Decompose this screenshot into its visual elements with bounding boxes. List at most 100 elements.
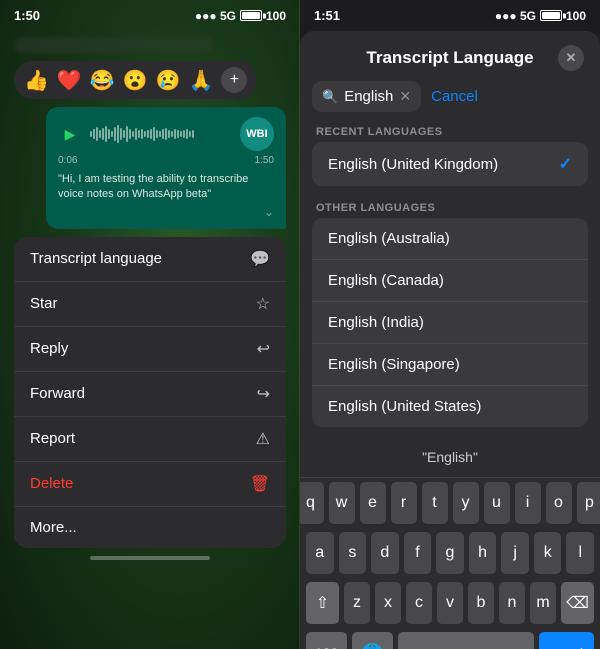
key-v[interactable]: v [437,582,463,624]
menu-item-star[interactable]: Star ☆ [14,282,286,327]
left-battery-pct: 100 [266,9,286,23]
key-e[interactable]: e [360,482,386,524]
key-l[interactable]: l [566,532,594,574]
shift-key[interactable]: ⇧ [306,582,339,624]
language-item-in[interactable]: English (India) [312,302,588,344]
key-z[interactable]: z [344,582,370,624]
emoji-key[interactable]: 🌐 [352,632,393,649]
star-icon: ☆ [256,294,270,314]
checkmark-icon: ✓ [559,154,572,174]
language-name-us: English (United States) [328,398,481,415]
language-name-ca: English (Canada) [328,272,444,289]
key-j[interactable]: j [501,532,529,574]
search-row: 🔍 English ✕ Cancel [300,81,600,120]
key-y[interactable]: y [453,482,479,524]
play-button[interactable]: ▶ [58,122,82,146]
key-b[interactable]: b [468,582,494,624]
language-name-uk: English (United Kingdom) [328,156,498,173]
search-icon: 🔍 [322,89,338,105]
key-c[interactable]: c [406,582,432,624]
menu-item-forward[interactable]: Forward ↪ [14,372,286,417]
transcript-icon: 💬 [250,249,270,269]
delete-icon: 🗑 [250,474,270,494]
key-q[interactable]: q [300,482,324,524]
reaction-more-button[interactable]: + [221,67,247,93]
key-p[interactable]: p [577,482,600,524]
keyboard-row-4: 123 🌐 space search [300,628,600,649]
key-m[interactable]: m [530,582,556,624]
other-languages-header: OTHER LANGUAGES [300,196,600,218]
space-key[interactable]: space [398,632,535,649]
reaction-wow[interactable]: 😮 [123,68,148,93]
keyboard-row-1: q w e r t y u i o p [300,478,600,528]
keyboard: "English" q w e r t y u i o p a s d f [300,437,600,649]
key-o[interactable]: o [546,482,572,524]
menu-item-transcript-language[interactable]: Transcript language 💬 [14,237,286,282]
menu-item-report[interactable]: Report ⚠ [14,417,286,462]
key-k[interactable]: k [534,532,562,574]
key-n[interactable]: n [499,582,525,624]
language-item-sg[interactable]: English (Singapore) [312,344,588,386]
reaction-laugh[interactable]: 😂 [90,68,115,93]
reaction-heart[interactable]: ❤️ [57,68,82,93]
language-name-au: English (Australia) [328,230,450,247]
key-h[interactable]: h [469,532,497,574]
menu-label-more: More... [30,519,77,536]
right-status-bar: 1:51 ●●● 5G 100 [300,0,600,27]
report-icon: ⚠ [256,429,270,449]
suggestion-bar: "English" [300,437,600,478]
forward-icon: ↪ [257,384,270,404]
menu-label-delete: Delete [30,475,73,492]
backspace-key[interactable]: ⌫ [561,582,594,624]
keyboard-row-3: ⇧ z x c v b n m ⌫ [300,578,600,628]
key-w[interactable]: w [329,482,355,524]
key-a[interactable]: a [306,532,334,574]
search-key[interactable]: search [539,632,594,649]
menu-item-delete[interactable]: Delete 🗑 [14,462,286,507]
reaction-thumbs-up[interactable]: 👍 [24,68,49,93]
language-item-au[interactable]: English (Australia) [312,218,588,260]
search-field[interactable]: 🔍 English ✕ [312,81,421,112]
left-status-bar: 1:50 ●●● 5G 100 [0,0,300,27]
right-time: 1:51 [314,8,340,23]
left-signal: ●●● 5G [195,9,236,23]
key-r[interactable]: r [391,482,417,524]
voice-bubble: ▶ [46,107,286,229]
reaction-cry[interactable]: 😢 [156,68,181,93]
search-clear-button[interactable]: ✕ [399,88,411,105]
menu-label-reply: Reply [30,340,68,357]
other-languages-section: English (Australia) English (Canada) Eng… [300,218,600,437]
waveform [90,124,232,144]
context-menu: Transcript language 💬 Star ☆ Reply ↩ For… [14,237,286,548]
num-key[interactable]: 123 [306,632,347,649]
menu-label-star: Star [30,295,58,312]
language-name-in: English (India) [328,314,424,331]
menu-label-forward: Forward [30,385,85,402]
reaction-pray[interactable]: 🙏 [189,68,214,93]
chevron-down-icon[interactable]: ⌄ [58,205,274,219]
language-item-us[interactable]: English (United States) [312,386,588,427]
keyboard-row-2: a s d f g h j k l [300,528,600,578]
recent-languages-header: RECENT LANGUAGES [300,120,600,142]
reaction-bar[interactable]: 👍 ❤️ 😂 😮 😢 🙏 + [14,61,257,99]
language-item-ca[interactable]: English (Canada) [312,260,588,302]
key-t[interactable]: t [422,482,448,524]
key-g[interactable]: g [436,532,464,574]
suggestion-text[interactable]: "English" [410,445,490,469]
modal-sheet: Transcript Language ✕ 🔍 English ✕ Cancel… [300,31,600,649]
menu-item-reply[interactable]: Reply ↩ [14,327,286,372]
key-f[interactable]: f [404,532,432,574]
key-s[interactable]: s [339,532,367,574]
left-home-indicator [0,548,300,564]
key-i[interactable]: i [515,482,541,524]
key-x[interactable]: x [375,582,401,624]
modal-close-button[interactable]: ✕ [558,45,584,71]
key-u[interactable]: u [484,482,510,524]
language-item-uk[interactable]: English (United Kingdom) ✓ [312,142,588,186]
search-input[interactable]: English [344,88,393,105]
key-d[interactable]: d [371,532,399,574]
cancel-button[interactable]: Cancel [431,88,478,105]
modal-title: Transcript Language [342,48,558,68]
left-battery-icon [240,10,262,21]
menu-item-more[interactable]: More... [14,507,286,548]
